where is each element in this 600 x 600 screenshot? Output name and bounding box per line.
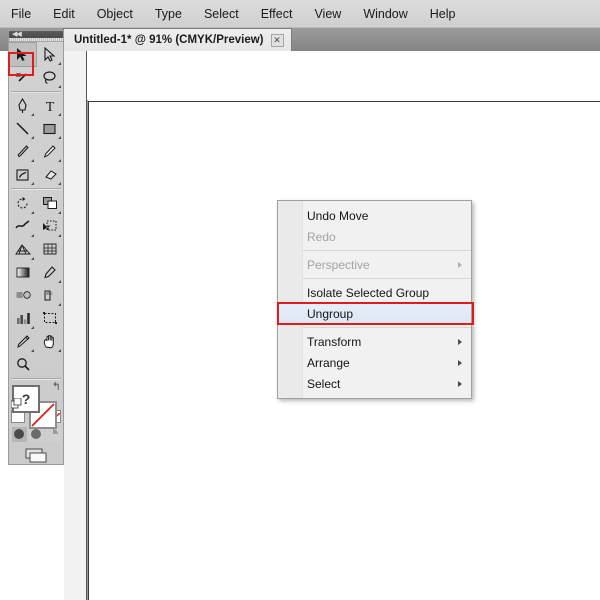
swap-fill-stroke-icon[interactable]: ↰: [52, 382, 61, 393]
collapse-panel-icon[interactable]: ◀◀: [12, 31, 22, 38]
context-menu-item-redo: Redo: [278, 226, 471, 247]
context-menu-item-isolate-selected-group[interactable]: Isolate Selected Group: [278, 282, 471, 303]
context-menu-separator: [303, 278, 471, 279]
menu-item-help[interactable]: Help: [419, 3, 467, 25]
tool-flyout-corner-icon: [58, 233, 61, 237]
mesh-tool[interactable]: [36, 238, 63, 261]
document-tab-bar: Untitled-1* @ 91% (CMYK/Preview) ✕: [0, 28, 600, 51]
context-menu-item-transform[interactable]: Transform: [278, 331, 471, 352]
blob-brush-tool[interactable]: [9, 163, 36, 186]
tool-flyout-corner-icon: [58, 61, 61, 65]
eraser-tool[interactable]: [36, 163, 63, 186]
paintbrush-tool[interactable]: [9, 140, 36, 163]
blend-tool[interactable]: [9, 284, 36, 307]
submenu-arrow-icon: [458, 380, 462, 387]
menu-item-select[interactable]: Select: [193, 3, 250, 25]
svg-text:abc: abc: [46, 290, 52, 295]
tool-flyout-corner-icon: [58, 136, 61, 140]
context-menu-label: Perspective: [307, 257, 370, 272]
context-menu-separator: [303, 250, 471, 251]
context-menu-item-undo-move[interactable]: Undo Move: [278, 205, 471, 226]
tool-group-transform: abc: [9, 191, 63, 376]
menu-item-edit[interactable]: Edit: [42, 3, 86, 25]
lasso-tool[interactable]: [36, 66, 63, 89]
context-menu-item-perspective: Perspective: [278, 254, 471, 275]
zoom-tool[interactable]: [9, 353, 36, 376]
context-menu-separator: [303, 327, 471, 328]
tools-panel-header[interactable]: ◀◀: [9, 31, 63, 38]
shape-builder-tool[interactable]: [36, 215, 63, 238]
selection-tool-highlight-ring: [8, 52, 34, 76]
rotate-tool[interactable]: [9, 192, 36, 215]
menu-item-window[interactable]: Window: [352, 3, 418, 25]
slice-tool[interactable]: [9, 330, 36, 353]
width-tool[interactable]: [9, 215, 36, 238]
canvas-left-gutter: [64, 51, 87, 600]
tools-panel[interactable]: ◀◀ T abc ? ↰: [8, 30, 64, 465]
document-tab[interactable]: Untitled-1* @ 91% (CMYK/Preview) ✕: [63, 28, 292, 51]
submenu-arrow-icon: [458, 359, 462, 366]
menu-item-object[interactable]: Object: [86, 3, 144, 25]
context-menu-label: Transform: [307, 334, 362, 349]
tool-flyout-corner-icon: [31, 210, 34, 214]
tool-group-drawing: T: [9, 93, 63, 186]
tool-flyout-corner-icon: [31, 113, 34, 117]
eyedropper-tool[interactable]: [36, 261, 63, 284]
submenu-arrow-icon: [458, 261, 462, 268]
tool-flyout-corner-icon: [58, 348, 61, 352]
close-icon[interactable]: ✕: [270, 33, 284, 47]
context-menu[interactable]: Undo Move Redo Perspective Isolate Selec…: [277, 200, 474, 399]
symbol-sprayer-tool[interactable]: abc: [36, 284, 63, 307]
screen-mode-button[interactable]: [19, 448, 53, 464]
context-menu-item-arrange[interactable]: Arrange: [278, 352, 471, 373]
svg-text:T: T: [45, 100, 54, 113]
tool-flyout-corner-icon: [31, 256, 34, 260]
tool-flyout-corner-icon: [58, 279, 61, 283]
tool-flyout-corner-icon: [31, 348, 34, 352]
gradient-tool[interactable]: [9, 261, 36, 284]
tool-flyout-corner-icon: [31, 325, 34, 329]
menu-item-effect[interactable]: Effect: [250, 3, 304, 25]
tool-flyout-corner-icon: [58, 210, 61, 214]
menu-bar: File Edit Object Type Select Effect View…: [0, 0, 600, 28]
tool-flyout-corner-icon: [58, 182, 61, 186]
context-menu-label: Arrange: [307, 355, 350, 370]
menu-item-view[interactable]: View: [303, 3, 352, 25]
line-segment-tool[interactable]: [9, 117, 36, 140]
column-graph-tool[interactable]: [9, 307, 36, 330]
draw-normal-icon[interactable]: [11, 426, 27, 442]
perspective-grid-tool[interactable]: [9, 238, 36, 261]
context-menu-label: Redo: [307, 229, 336, 244]
tool-flyout-corner-icon: [31, 136, 34, 140]
context-menu-label: Isolate Selected Group: [307, 285, 430, 300]
artboard-tool[interactable]: [36, 307, 63, 330]
pencil-tool[interactable]: [36, 140, 63, 163]
tool-flyout-corner-icon: [31, 159, 34, 163]
tool-flyout-corner-icon: [58, 113, 61, 117]
hand-tool[interactable]: [36, 330, 63, 353]
context-menu-label: Ungroup: [307, 306, 354, 321]
tool-flyout-corner-icon: [31, 233, 34, 237]
context-menu-item-ungroup[interactable]: Ungroup: [278, 303, 471, 324]
context-menu-item-select[interactable]: Select: [278, 373, 471, 394]
tool-flyout-corner-icon: [31, 182, 34, 186]
pen-tool[interactable]: [9, 94, 36, 117]
context-menu-label: Undo Move: [307, 208, 369, 223]
context-menu-label: Select: [307, 376, 341, 391]
document-tab-title: Untitled-1* @ 91% (CMYK/Preview): [74, 34, 264, 46]
menu-item-file[interactable]: File: [0, 3, 42, 25]
tool-flyout-corner-icon: [58, 84, 61, 88]
type-tool[interactable]: T: [36, 94, 63, 117]
fill-stroke-control[interactable]: ? ↰: [10, 382, 61, 430]
tool-flyout-corner-icon: [58, 302, 61, 306]
submenu-arrow-icon: [458, 338, 462, 345]
tool-flyout-corner-icon: [58, 159, 61, 163]
illustrator-window: File Edit Object Type Select Effect View…: [0, 0, 600, 600]
menu-item-type[interactable]: Type: [144, 3, 193, 25]
direct-selection-tool[interactable]: [36, 43, 63, 66]
scale-tool[interactable]: [36, 192, 63, 215]
default-fill-stroke-icon[interactable]: [10, 396, 22, 409]
rectangle-tool[interactable]: [36, 117, 63, 140]
